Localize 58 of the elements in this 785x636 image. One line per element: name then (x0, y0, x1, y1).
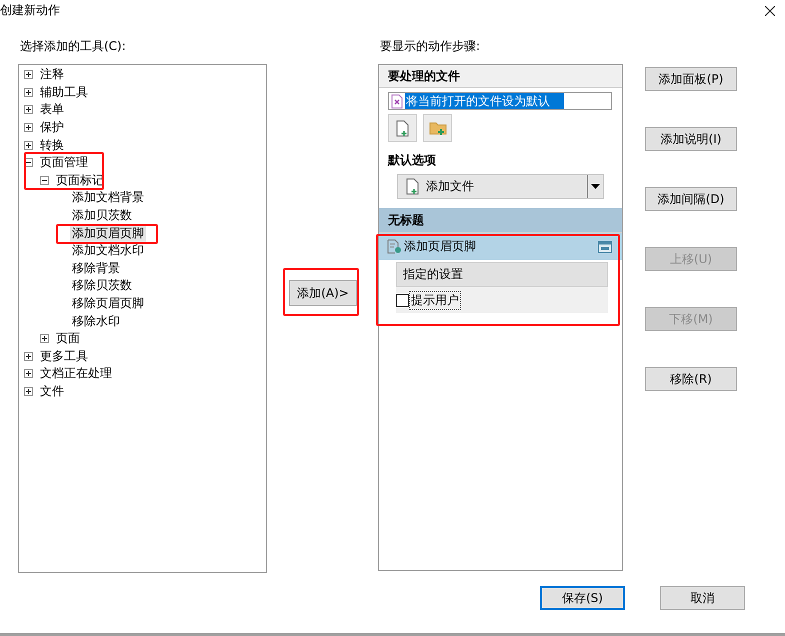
new-file-icon (396, 120, 410, 136)
side-button[interactable]: 添加说明(I) (645, 127, 737, 151)
expand-icon[interactable] (24, 123, 33, 132)
tree-item[interactable]: 表单 (38, 101, 66, 118)
group-header: 无标题 (379, 208, 622, 233)
tree-item[interactable]: 移除贝茨数 (70, 277, 134, 294)
add-file-button[interactable] (388, 114, 417, 142)
tree-item[interactable]: 添加文档背景 (70, 189, 146, 206)
tree-item[interactable]: 保护 (38, 119, 66, 136)
add-folder-button[interactable] (423, 114, 452, 142)
document-icon (391, 94, 403, 108)
caret-icon (591, 184, 600, 189)
expand-icon[interactable] (24, 105, 33, 114)
prompt-checkbox[interactable] (396, 294, 409, 306)
expand-icon[interactable] (24, 352, 33, 361)
add-folder-icon (428, 120, 446, 136)
tree-item[interactable]: 文件 (38, 382, 66, 400)
side-button[interactable]: 移除(R) (645, 367, 737, 391)
expand-icon[interactable] (24, 70, 33, 80)
dialog-icon[interactable] (598, 240, 612, 252)
file-icon (406, 178, 420, 195)
defaults-title: 默认选项 (388, 152, 437, 169)
tree-item[interactable]: 添加贝茨数 (70, 207, 134, 224)
step-label: 添加页眉页脚 (404, 238, 477, 255)
tools-label: 选择添加的工具(C): (19, 38, 127, 55)
settings-button[interactable]: 指定的设置 (396, 262, 608, 287)
settings-document-icon (387, 239, 402, 254)
save-button[interactable]: 保存(S) (540, 586, 625, 610)
tree-item[interactable]: 移除水印 (70, 312, 122, 330)
expand-icon[interactable] (24, 386, 33, 396)
tree-item[interactable]: 转换 (38, 136, 66, 154)
step-row[interactable]: 添加页眉页脚 (379, 233, 622, 260)
cancel-button[interactable]: 取消 (660, 586, 745, 610)
collapse-icon[interactable] (40, 176, 49, 185)
close-icon[interactable] (765, 6, 775, 16)
expand-icon[interactable] (24, 369, 33, 378)
expand-icon[interactable] (24, 140, 33, 150)
steps-label: 要显示的动作步骤: (379, 38, 482, 55)
side-button[interactable]: 添加间隔(D) (645, 187, 737, 211)
file-field[interactable]: 将当前打开的文件设为默认 (388, 92, 612, 110)
tree-item[interactable]: 移除背景 (70, 260, 122, 277)
tree-item[interactable]: 移除页眉页脚 (70, 295, 146, 312)
tree-item[interactable]: 页面管理 (38, 154, 90, 172)
tree-item[interactable]: 文档正在处理 (38, 365, 114, 382)
add-button[interactable]: 添加(A)> (289, 280, 357, 306)
prompt-label: 提示用户 (409, 290, 461, 310)
section-header: 要处理的文件 (379, 65, 622, 88)
add-file-dropdown[interactable]: 添加文件 (397, 174, 604, 199)
window-title: 创建新动作 (0, 2, 60, 19)
file-text: 将当前打开的文件设为默认 (405, 93, 564, 109)
tree-item[interactable]: 更多工具 (38, 348, 90, 365)
expand-icon[interactable] (24, 88, 33, 97)
expand-icon[interactable] (40, 334, 49, 344)
tree-item[interactable]: 注释 (38, 66, 66, 84)
tree-item[interactable]: 添加文档水印 (70, 242, 146, 260)
tree-item[interactable]: 辅助工具 (38, 84, 90, 101)
side-button[interactable]: 添加面板(P) (645, 67, 737, 91)
tree-item[interactable]: 页面 (54, 330, 82, 348)
